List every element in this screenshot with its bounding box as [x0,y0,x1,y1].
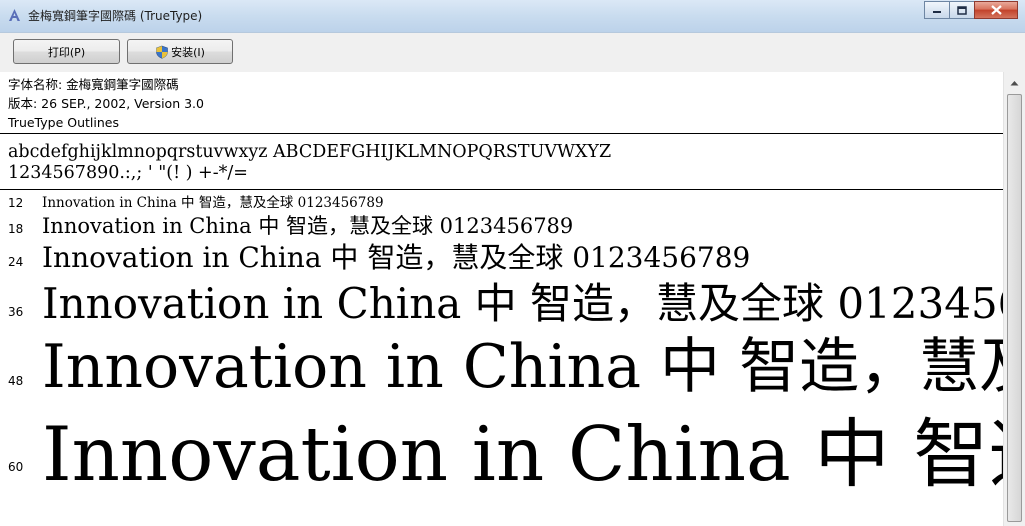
font-viewer-window: 金梅寬鋼筆字國際碼 (TrueType) 打印(P) 安装(I) 字体名称: 金… [0,0,1025,526]
install-button-label: 安装(I) [171,45,205,59]
close-button[interactable] [974,1,1018,19]
sample-size-label: 12 [8,196,24,210]
font-info: 字体名称: 金梅寬鋼筆字國際碼 版本: 26 SEP., 2002, Versi… [8,75,204,132]
font-version-line: 版本: 26 SEP., 2002, Version 3.0 [8,96,204,111]
uac-shield-icon [156,45,168,59]
sample-row-48: 48 Innovation in China 中 智造，慧及全球 0123456… [0,332,1003,406]
font-preview-pane: 字体名称: 金梅寬鋼筆字國際碼 版本: 26 SEP., 2002, Versi… [0,72,1003,526]
sample-size-label: 60 [8,460,24,474]
minimize-icon [933,11,941,13]
sample-row-60: 60 Innovation in China 中 智造，慧及全球 0123456… [0,410,1003,504]
sample-row-36: 36 Innovation in China 中 智造，慧及全球 0123456… [0,278,1003,334]
sample-size-label: 18 [8,222,24,236]
caption-buttons [924,1,1018,20]
sample-row-12: 12 Innovation in China 中 智造，慧及全球 0123456… [0,194,1003,212]
sample-size-label: 24 [8,255,24,269]
sample-text: Innovation in China 中 智造，慧及全球 0123456789 [42,195,384,211]
font-app-icon [9,9,20,21]
sample-size-label: 36 [8,305,24,319]
sample-text: Innovation in China 中 智造，慧及全球 0123456789 [42,279,1003,328]
maximize-icon [957,5,967,15]
sample-size-label: 48 [8,374,24,388]
sample-row-24: 24 Innovation in China 中 智造，慧及全球 0123456… [0,240,1003,278]
title-bar: 金梅寬鋼筆字國際碼 (TrueType) [0,0,1025,32]
font-outline-line: TrueType Outlines [8,115,119,130]
charset-letters: abcdefghijklmnopqrstuvwxyz ABCDEFGHIJKLM… [8,142,612,162]
sample-text: Innovation in China 中 智造，慧及全球 0123456789 [42,214,574,238]
minimize-button[interactable] [924,1,950,19]
sample-text: Innovation in China 中 智造，慧及全球 0123456789 [42,410,1003,498]
vertical-scrollbar[interactable] [1003,72,1025,526]
scroll-up-arrow-icon [1010,80,1019,85]
toolbar: 打印(P) 安装(I) [0,32,1025,72]
print-button-label: 打印(P) [47,45,86,59]
maximize-button[interactable] [949,1,975,19]
window-title: 金梅寬鋼筆字國際碼 (TrueType) [28,9,203,23]
scrollbar-thumb[interactable] [1007,94,1022,522]
divider-top [0,133,1003,134]
font-name-line: 字体名称: 金梅寬鋼筆字國際碼 [8,77,179,92]
sample-text: Innovation in China 中 智造，慧及全球 0123456789 [42,241,751,274]
install-button[interactable]: 安装(I) [127,39,233,64]
close-icon [990,5,1002,15]
sample-text: Innovation in China 中 智造，慧及全球 0123456789 [42,332,1003,402]
print-button[interactable]: 打印(P) [13,39,120,64]
divider-bottom [0,189,1003,190]
charset-numerals: 1234567890.:,; ' "(! ) +-*/= [8,163,248,183]
scroll-up-button[interactable] [1006,74,1023,91]
sample-row-18: 18 Innovation in China 中 智造，慧及全球 0123456… [0,213,1003,241]
